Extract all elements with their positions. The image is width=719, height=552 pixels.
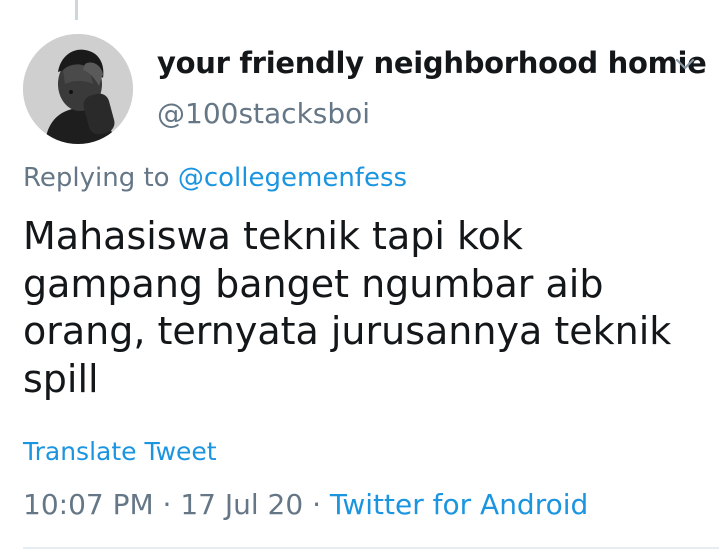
- avatar[interactable]: [23, 34, 133, 144]
- chevron-down-icon[interactable]: [673, 52, 697, 76]
- author-display-name[interactable]: your friendly neighborhood homie: [157, 46, 707, 80]
- meta-separator: ·: [303, 488, 330, 521]
- author-handle[interactable]: @100stacksboi: [157, 97, 370, 130]
- tweet-source-link[interactable]: Twitter for Android: [330, 488, 588, 521]
- translate-tweet-link[interactable]: Translate Tweet: [23, 437, 217, 466]
- tweet-date[interactable]: 17 Jul 20: [180, 488, 303, 521]
- tweet-text: Mahasiswa teknik tapi kok gampang banget…: [23, 214, 672, 401]
- reply-mention-link[interactable]: @collegemenfess: [178, 163, 407, 193]
- divider: [23, 547, 719, 549]
- tweet-time[interactable]: 10:07 PM: [23, 488, 154, 521]
- avatar-photo: [23, 34, 133, 144]
- thread-connector-line: [75, 0, 78, 20]
- replying-to-line: Replying to @collegemenfess: [23, 163, 407, 193]
- meta-separator: ·: [153, 488, 181, 521]
- replying-to-label: Replying to: [23, 163, 178, 193]
- tweet-metadata: 10:07 PM · 17 Jul 20 · Twitter for Andro…: [23, 488, 588, 521]
